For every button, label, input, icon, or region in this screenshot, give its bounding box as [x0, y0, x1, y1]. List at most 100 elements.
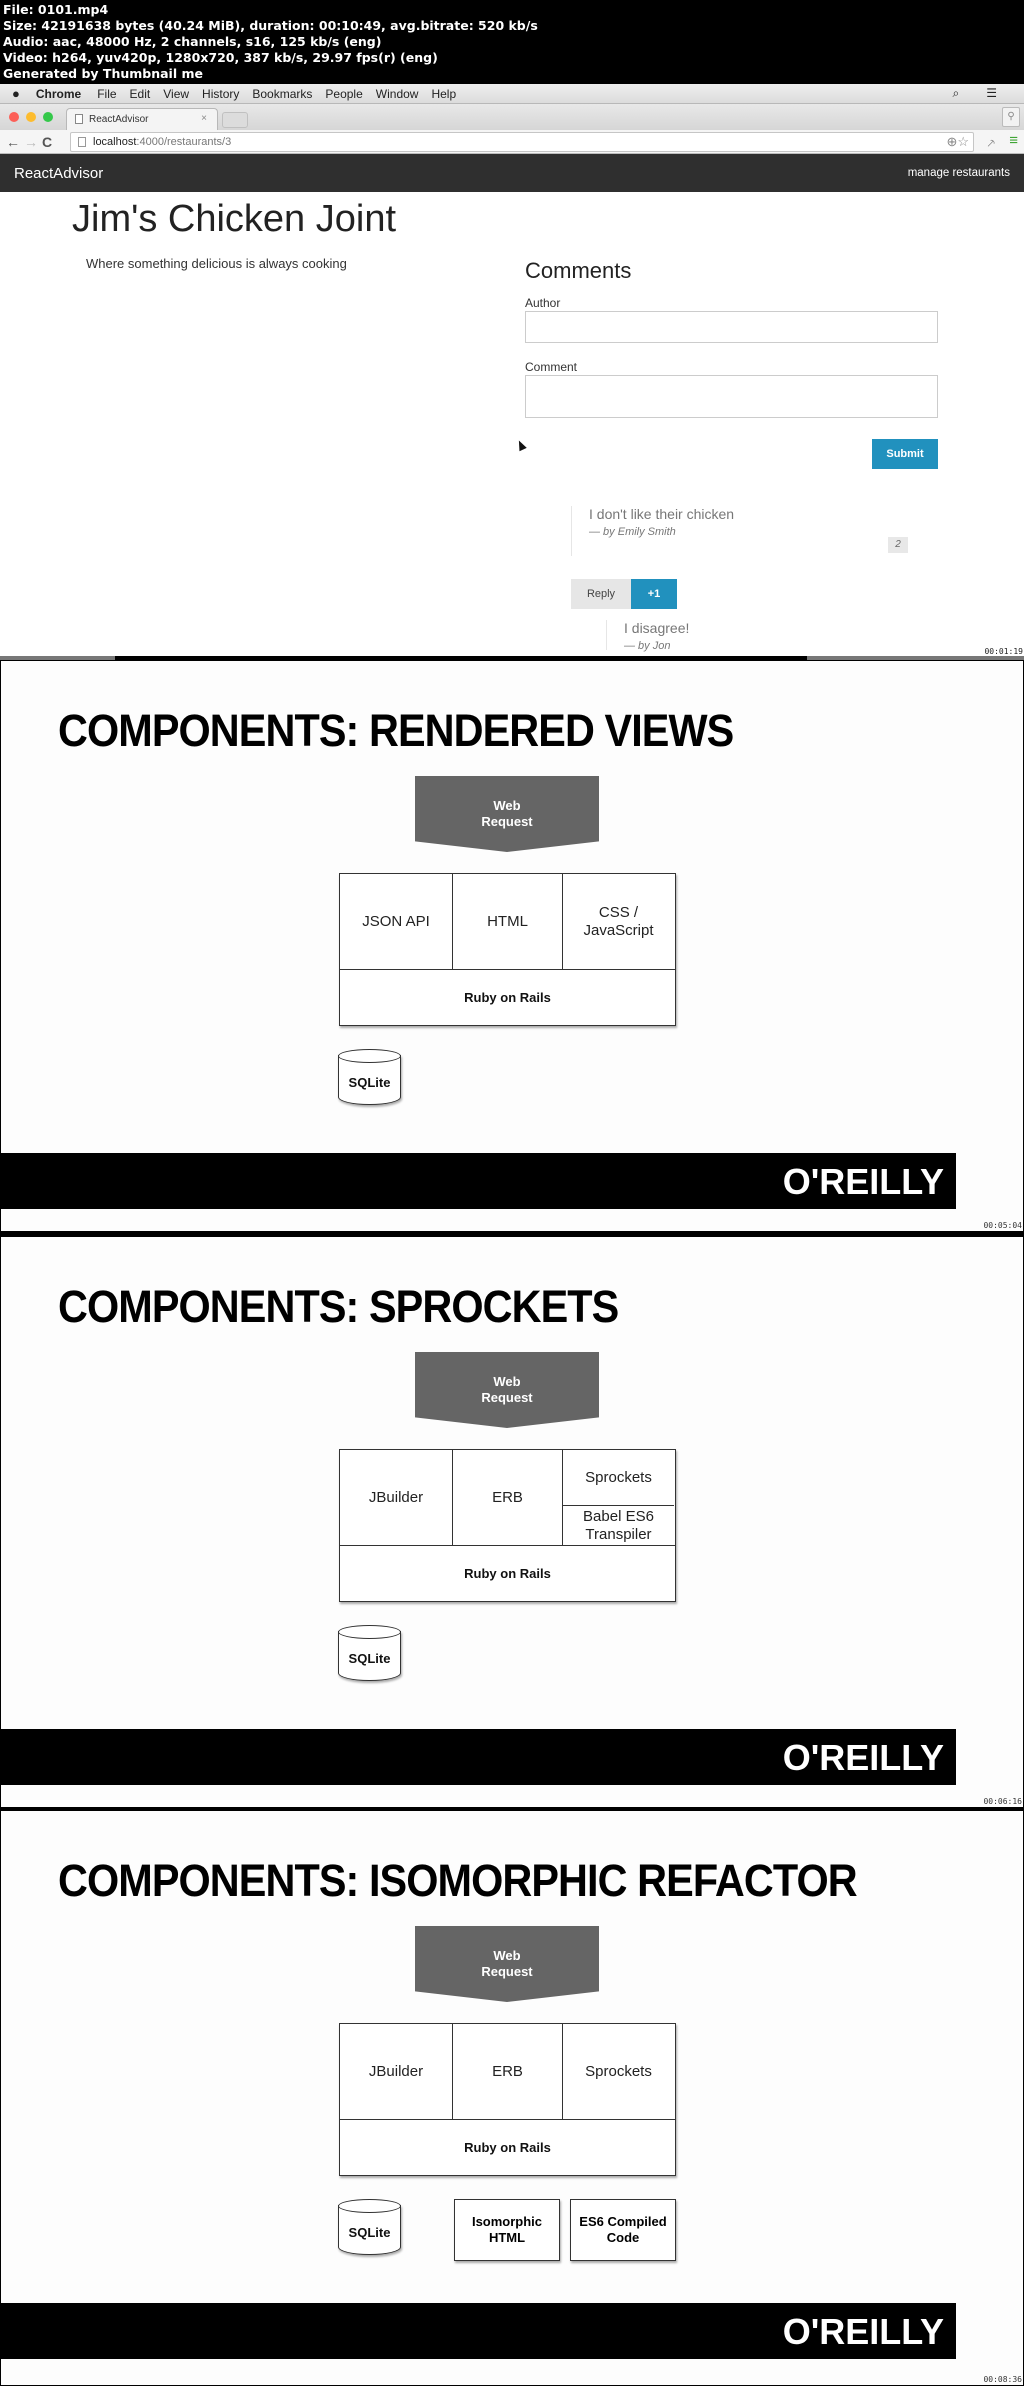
extension-icon[interactable]: ⸕ — [986, 133, 996, 151]
reload-button[interactable]: C — [42, 134, 58, 150]
maximize-window-button[interactable] — [43, 112, 53, 122]
frame-timestamp: 00:08:36 — [983, 2375, 1022, 2384]
browser-tab[interactable]: ReactAdvisor × — [66, 108, 218, 130]
sqlite-database-icon: SQLite — [338, 2199, 401, 2261]
frame-timestamp: 00:06:16 — [983, 1797, 1022, 1806]
page-info-icon[interactable] — [78, 137, 86, 147]
app-brand-link[interactable]: ReactAdvisor — [14, 165, 103, 182]
comment-textarea[interactable] — [525, 375, 938, 418]
menu-file[interactable]: File — [97, 87, 116, 101]
tab-strip: ReactAdvisor × ⚲ — [0, 104, 1024, 130]
file-info-header: File: 0101.mp4 Size: 42191638 bytes (40.… — [0, 0, 1024, 84]
stack-cell-html: HTML — [453, 874, 563, 969]
slide-title: COMPONENTS: SPROCKETS — [58, 1281, 619, 1332]
slide-isomorphic-refactor: COMPONENTS: ISOMORPHIC REFACTOR Web Requ… — [0, 1810, 1024, 2386]
menu-bookmarks[interactable]: Bookmarks — [252, 87, 312, 101]
submit-button[interactable]: Submit — [872, 439, 938, 469]
web-request-shape: Web Request — [415, 1926, 599, 2002]
restaurant-tagline: Where something delicious is always cook… — [86, 256, 347, 271]
stack-cell-sprockets: Sprockets — [563, 1450, 674, 1506]
es6-compiled-code-box: ES6 Compiled Code — [570, 2199, 676, 2261]
menu-history[interactable]: History — [202, 87, 239, 101]
oreilly-brand-bar: O'REILLY — [1, 1729, 956, 1785]
reply-button[interactable]: Reply — [571, 579, 631, 609]
web-request-shape: Web Request — [415, 1352, 599, 1428]
upvote-button[interactable]: +1 — [631, 579, 677, 609]
page-content: Jim's Chicken Joint Where something deli… — [0, 192, 1024, 652]
new-tab-button[interactable] — [222, 112, 248, 128]
database-label: SQLite — [348, 1651, 391, 1666]
comments-heading: Comments — [525, 258, 632, 283]
comment-author: — by Emily Smith — [589, 526, 676, 538]
stack-cell-css-js: CSS / JavaScript — [583, 903, 654, 939]
db-cylinder-top — [338, 2199, 401, 2213]
back-button[interactable]: ← — [6, 134, 22, 150]
ruby-on-rails-layer: Ruby on Rails — [340, 969, 675, 1025]
comment-label: Comment — [525, 360, 578, 374]
url-host: localhost — [93, 136, 137, 148]
rails-stack-diagram: JBuilder ERB Sprockets Ruby on Rails — [339, 2023, 676, 2176]
forward-button[interactable]: → — [24, 134, 40, 150]
isomorphic-html-box: Isomorphic HTML — [454, 2199, 560, 2261]
author-input[interactable] — [525, 311, 938, 343]
apple-icon[interactable]: ● — [12, 86, 20, 101]
frame-timestamp: 00:05:04 — [983, 1221, 1022, 1230]
zoom-bookmark-icons[interactable]: ⊕☆ — [946, 134, 969, 150]
file-info-line: File: 0101.mp4 — [3, 2, 109, 17]
minimize-window-button[interactable] — [26, 112, 36, 122]
notification-list-icon[interactable]: ☰ — [986, 86, 997, 101]
menu-window[interactable]: Window — [376, 87, 419, 101]
close-window-button[interactable] — [9, 112, 19, 122]
stack-cell-erb: ERB — [453, 1450, 563, 1545]
file-info-line: Audio: aac, 48000 Hz, 2 channels, s16, 1… — [3, 34, 382, 49]
comment-text: I disagree! — [624, 620, 690, 636]
restaurant-name: Jim's Chicken Joint — [72, 198, 397, 240]
menu-view[interactable]: View — [163, 87, 189, 101]
slide-title: COMPONENTS: ISOMORPHIC REFACTOR — [58, 1855, 858, 1906]
rails-stack-diagram: JBuilder ERB Sprockets Babel ES6 Transpi… — [339, 1449, 676, 1602]
frame-timestamp: 00:01:19 — [984, 647, 1023, 656]
db-cylinder-top — [338, 1625, 401, 1639]
database-label: SQLite — [348, 1075, 391, 1090]
comment-item: I don't like their chicken — by Emily Sm… — [571, 506, 911, 556]
app-navbar: ReactAdvisor manage restaurants — [0, 154, 1024, 192]
slide-rendered-views: COMPONENTS: RENDERED VIEWS Web Request J… — [0, 660, 1024, 1232]
stack-cell-jbuilder: JBuilder — [340, 2024, 453, 2119]
ruby-on-rails-layer: Ruby on Rails — [340, 2119, 675, 2175]
db-cylinder-top — [338, 1049, 401, 1063]
url-path: :4000/restaurants/3 — [136, 136, 232, 148]
ruby-on-rails-layer: Ruby on Rails — [340, 1545, 675, 1601]
file-info-line: Size: 42191638 bytes (40.24 MiB), durati… — [3, 18, 538, 33]
page-icon — [75, 114, 83, 124]
sqlite-database-icon: SQLite — [338, 1049, 401, 1111]
mac-menubar: ● Chrome File Edit View History Bookmark… — [0, 84, 1024, 104]
stack-cell-jbuilder: JBuilder — [340, 1450, 453, 1545]
oreilly-brand-bar: O'REILLY — [1, 1153, 956, 1209]
file-info-line: Video: h264, yuv420p, 1280x720, 387 kb/s… — [3, 50, 438, 65]
tab-close-icon[interactable]: × — [201, 113, 207, 124]
manage-restaurants-link[interactable]: manage restaurants — [908, 167, 1010, 179]
address-bar[interactable]: localhost:4000/restaurants/3 ⊕☆ — [70, 132, 974, 152]
sqlite-database-icon: SQLite — [338, 1625, 401, 1687]
slide-title: COMPONENTS: RENDERED VIEWS — [58, 705, 734, 756]
author-label: Author — [525, 296, 561, 310]
browser-frame: ● Chrome File Edit View History Bookmark… — [0, 84, 1024, 660]
menu-help[interactable]: Help — [431, 87, 456, 101]
rails-stack-diagram: JSON API HTML CSS / JavaScript Ruby on R… — [339, 873, 676, 1026]
file-info-line: Generated by Thumbnail me — [3, 66, 203, 81]
comment-author: — by Jon — [624, 640, 671, 652]
slide-sprockets: COMPONENTS: SPROCKETS Web Request JBuild… — [0, 1236, 1024, 1808]
profile-icon[interactable]: ⚲ — [1002, 107, 1020, 127]
stack-cell-sprockets: Sprockets — [585, 2062, 652, 2080]
stack-cell-babel: Babel ES6 Transpiler — [583, 1507, 654, 1543]
menu-edit[interactable]: Edit — [130, 87, 151, 101]
menu-people[interactable]: People — [325, 87, 362, 101]
menu-app-name[interactable]: Chrome — [36, 87, 81, 101]
comment-text: I don't like their chicken — [589, 506, 735, 522]
web-request-shape: Web Request — [415, 776, 599, 852]
mouse-cursor-icon — [515, 438, 527, 452]
chrome-menu-icon[interactable]: ≡ — [1009, 132, 1018, 149]
spotlight-search-icon[interactable]: ⌕ — [953, 86, 960, 101]
oreilly-logo: O'REILLY — [782, 1737, 944, 1778]
tab-title: ReactAdvisor — [89, 114, 149, 125]
